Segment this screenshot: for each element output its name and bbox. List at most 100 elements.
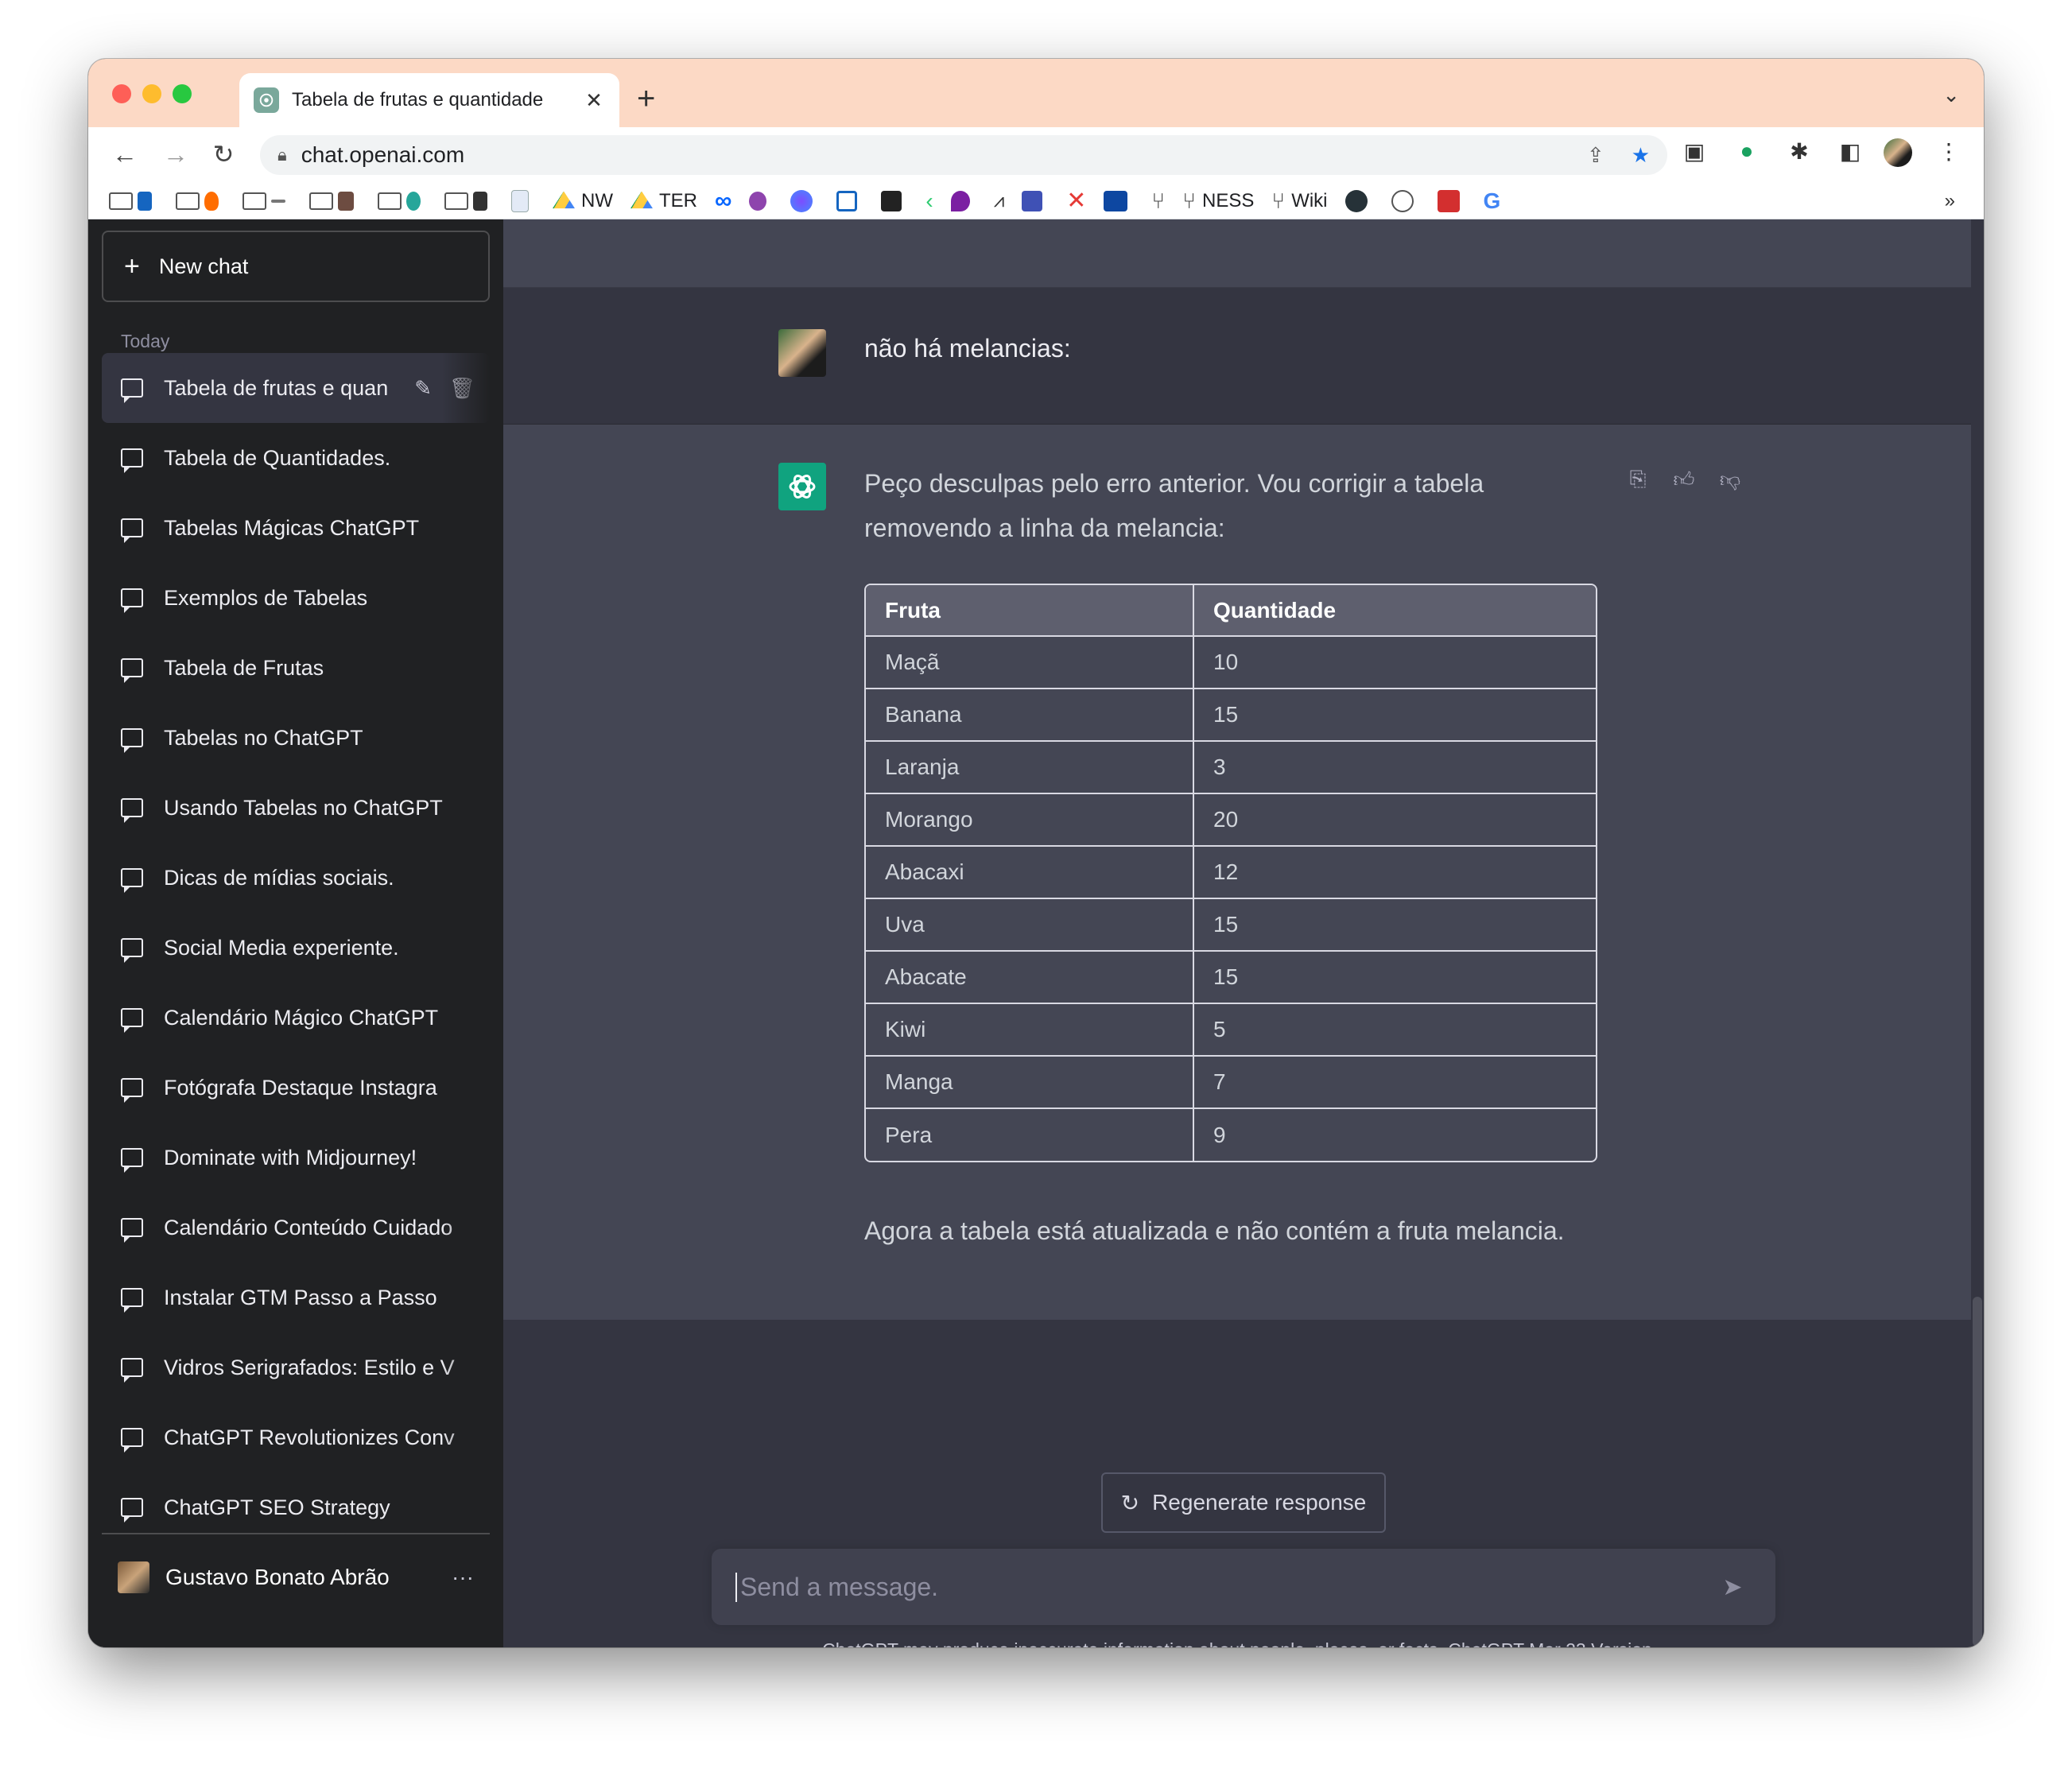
bookmark-app[interactable]: ✕	[1066, 187, 1086, 215]
sidebar-divider	[102, 1533, 490, 1534]
message-input[interactable]	[735, 1572, 1717, 1602]
bookmark-app[interactable]: ⑂	[1151, 188, 1165, 214]
bookmarks-more-icon[interactable]: »	[1945, 190, 1955, 212]
bookmark-app[interactable]	[950, 190, 976, 211]
share-icon[interactable]: ⇪	[1587, 143, 1604, 168]
bowl-icon	[406, 191, 421, 211]
bookmark-app[interactable]	[749, 191, 773, 211]
extensions-puzzle-icon[interactable]: ✱	[1783, 138, 1815, 165]
chat-item[interactable]: Social Media experiente.	[102, 913, 490, 983]
disclaimer: ChatGPT may produce inaccurate informati…	[503, 1639, 1971, 1647]
thumbs-up-icon[interactable]: 👍︎	[1670, 466, 1698, 493]
bookmark-app[interactable]	[1437, 189, 1466, 212]
table-cell: 9	[1193, 1107, 1596, 1161]
bookmark-app[interactable]	[836, 190, 863, 211]
folder-icon	[243, 192, 266, 210]
user-menu[interactable]: Gustavo Bonato Abrão ···	[102, 1542, 490, 1612]
bookmark-app[interactable]	[1104, 190, 1134, 211]
bookmark-app[interactable]	[881, 190, 908, 211]
user-message: não há melancias:	[503, 288, 1971, 425]
chat-history-list[interactable]: Tabela de frutas e quan ✎ 🗑︎ Tabela de Q…	[102, 353, 490, 1542]
thumbs-down-icon[interactable]: 👎︎	[1717, 466, 1744, 493]
bookmark-app[interactable]	[790, 189, 819, 212]
scrollbar-thumb[interactable]	[1973, 1297, 1982, 1647]
tab-close-icon[interactable]: ✕	[583, 88, 605, 113]
chat-item[interactable]: Exemplos de Tabelas	[102, 563, 490, 633]
bookmark-ness[interactable]: ⑂ NESS	[1182, 188, 1254, 214]
reload-icon[interactable]: ↻	[208, 138, 239, 170]
profile-avatar[interactable]	[1882, 138, 1914, 173]
chat-item[interactable]: ChatGPT SEO Strategy	[102, 1472, 490, 1542]
back-arrow-icon[interactable]: ←	[109, 138, 141, 170]
bookmark-star-icon[interactable]: ★	[1632, 143, 1650, 168]
table-row: Abacaxi 12	[866, 845, 1596, 898]
picture-in-picture-icon[interactable]: ▣	[1678, 138, 1710, 165]
branch-icon: ⑂	[1271, 188, 1286, 213]
extension-quote-icon[interactable]: ●	[1731, 138, 1763, 164]
bookmark-app[interactable]	[1344, 189, 1374, 212]
chat-bubble-icon	[121, 868, 143, 893]
bookmark-folder[interactable]	[309, 191, 360, 211]
chat-item-label: Vidros Serigrafados: Estilo e V	[164, 1355, 455, 1379]
new-chat-button[interactable]: + New chat	[102, 231, 490, 302]
edit-pencil-icon[interactable]: ✎	[414, 376, 432, 401]
send-paper-plane-icon[interactable]: ➤	[1717, 1571, 1748, 1603]
table-cell: Morango	[866, 793, 1194, 846]
chat-item-active[interactable]: Tabela de frutas e quan ✎ 🗑︎	[102, 353, 490, 423]
bookmark-meta[interactable]: ∞	[715, 188, 731, 215]
bookmark-folder[interactable]	[109, 191, 158, 211]
chat-bubble-icon	[121, 588, 143, 613]
bookmark-wiki[interactable]: ⑂ Wiki	[1271, 188, 1327, 214]
bookmark-doc[interactable]	[511, 189, 535, 212]
forward-arrow-icon[interactable]: →	[160, 138, 192, 170]
chat-item[interactable]: Dominate with Midjourney!	[102, 1123, 490, 1193]
list-icon	[1022, 190, 1043, 211]
table-row: Pera 9	[866, 1107, 1596, 1161]
bookmark-folder[interactable]	[444, 191, 494, 211]
bookmark-google[interactable]: G	[1484, 188, 1501, 214]
copy-clipboard-icon[interactable]: ⎘	[1624, 466, 1651, 493]
bookmark-nw[interactable]: NW	[553, 190, 613, 212]
chat-item[interactable]: Tabela de Frutas	[102, 633, 490, 703]
chat-item[interactable]: ChatGPT Revolutionizes Conv	[102, 1402, 490, 1472]
side-panel-icon[interactable]: ◧	[1834, 138, 1866, 165]
scrollbar-track[interactable]	[1971, 219, 1984, 1647]
tab-active[interactable]: Tabela de frutas e quantidade ✕	[239, 73, 619, 127]
bookmark-label: NW	[581, 189, 613, 211]
more-dots-icon[interactable]: ···	[452, 1565, 474, 1590]
chat-item[interactable]: Calendário Conteúdo Cuidado	[102, 1193, 490, 1263]
bookmark-ter[interactable]: TER	[630, 190, 697, 212]
chat-item-label: Fotógrafa Destaque Instagra	[164, 1075, 437, 1100]
chat-item[interactable]: Tabelas no ChatGPT	[102, 703, 490, 773]
address-bar[interactable]: 🔒︎ chat.openai.com ⇪ ★	[260, 135, 1667, 175]
regenerate-response-button[interactable]: ↻ Regenerate response	[1101, 1472, 1386, 1533]
bookmark-app[interactable]	[1391, 189, 1420, 212]
chat-item[interactable]: Usando Tabelas no ChatGPT	[102, 773, 490, 843]
close-window-button[interactable]	[112, 84, 131, 103]
trash-icon[interactable]: 🗑︎	[449, 376, 475, 401]
bookmark-folder[interactable]	[176, 191, 225, 211]
bookmark-app[interactable]: ‹	[925, 188, 933, 214]
user-avatar	[778, 329, 826, 377]
kebab-menu-icon[interactable]: ⋮	[1933, 138, 1965, 165]
chat-bubble-icon	[121, 378, 143, 403]
tab-search-chevron-icon[interactable]: ⌄	[1942, 83, 1960, 107]
bookmark-app[interactable]	[1022, 190, 1049, 211]
version-link[interactable]: ChatGPT Mar 23 Version	[1448, 1639, 1652, 1647]
bookmark-app[interactable]: ⩘	[994, 190, 1005, 212]
chat-item[interactable]: Tabelas Mágicas ChatGPT	[102, 493, 490, 563]
table-header-cell: Quantidade	[1193, 585, 1596, 636]
zoom-window-button[interactable]	[173, 84, 192, 103]
new-tab-button[interactable]: +	[637, 83, 655, 114]
chat-item[interactable]: Vidros Serigrafados: Estilo e V	[102, 1332, 490, 1402]
chat-item[interactable]: Calendário Mágico ChatGPT	[102, 983, 490, 1053]
chat-item[interactable]: Fotógrafa Destaque Instagra	[102, 1053, 490, 1123]
bookmark-folder[interactable]	[378, 191, 427, 211]
table-row: Abacate 15	[866, 950, 1596, 1003]
chat-item[interactable]: Tabela de Quantidades.	[102, 423, 490, 493]
chat-item[interactable]: Dicas de mídias sociais.	[102, 843, 490, 913]
document-icon	[511, 189, 529, 212]
bookmark-folder[interactable]	[243, 192, 292, 210]
minimize-window-button[interactable]	[142, 84, 161, 103]
chat-item[interactable]: Instalar GTM Passo a Passo	[102, 1263, 490, 1332]
